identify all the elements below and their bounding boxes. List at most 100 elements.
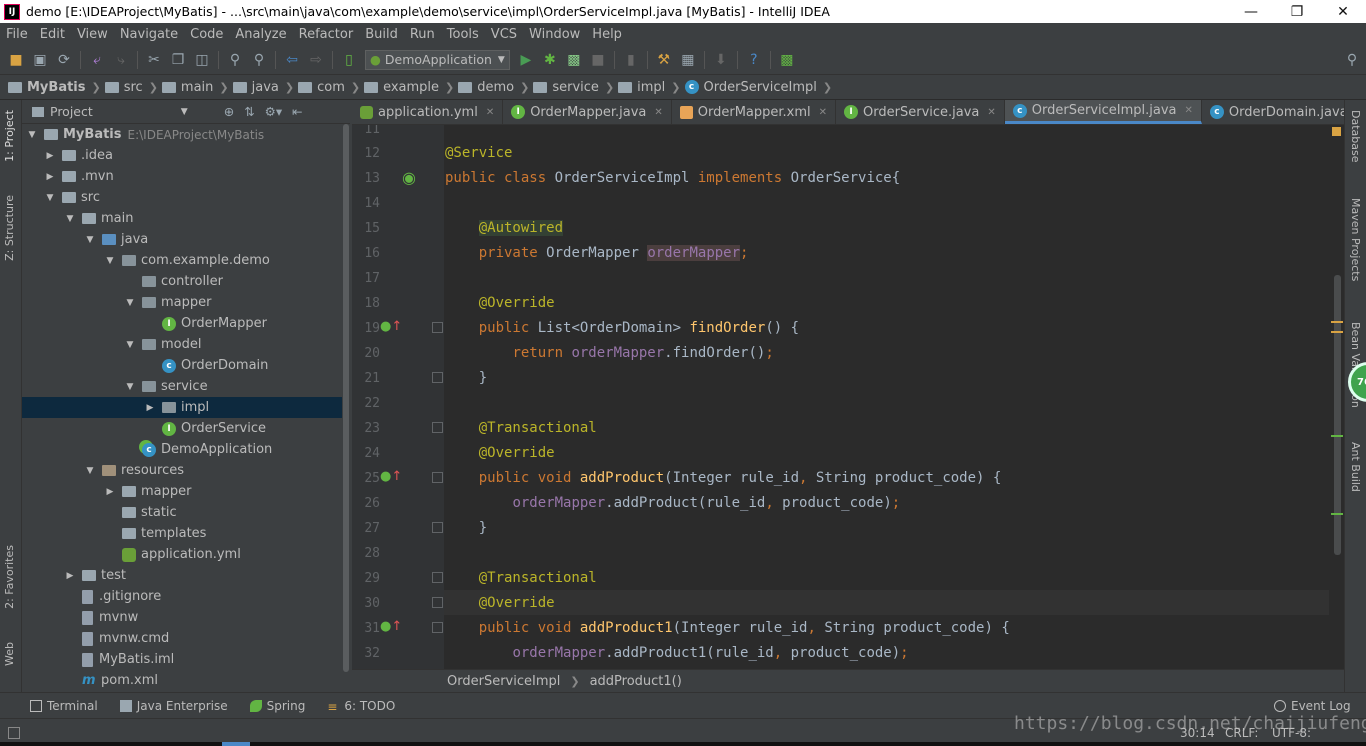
tree-item-orderservice[interactable]: I OrderService xyxy=(22,418,350,439)
tree-item-mybatis-iml[interactable]: MyBatis.iml xyxy=(22,649,350,670)
tab-orderserviceimpl-java[interactable]: c OrderServiceImpl.java ✕ xyxy=(1004,100,1202,124)
tab-spring[interactable]: Spring xyxy=(249,699,305,713)
menu-build[interactable]: Build xyxy=(359,27,404,42)
tab-maven-projects[interactable]: Maven Projects xyxy=(1349,198,1362,281)
replace-icon[interactable]: ⚲ xyxy=(247,48,271,72)
tree-item-resources[interactable]: ▼ resources xyxy=(22,460,350,481)
cut-icon[interactable]: ✂ xyxy=(142,48,166,72)
expanded-arrow-icon[interactable]: ▼ xyxy=(124,298,136,308)
tree-item-pom-xml[interactable]: m pom.xml xyxy=(22,670,350,691)
collapsed-arrow-icon[interactable]: ▶ xyxy=(44,151,56,161)
chevron-down-icon[interactable]: ▼ xyxy=(181,107,188,117)
menu-code[interactable]: Code xyxy=(184,27,229,42)
menu-analyze[interactable]: Analyze xyxy=(229,27,292,42)
breadcrumb-mybatis[interactable]: MyBatis ❯ xyxy=(8,80,101,95)
tab-event-log[interactable]: Event Log xyxy=(1274,699,1351,713)
tree-item-application-yml[interactable]: application.yml xyxy=(22,544,350,565)
expanded-arrow-icon[interactable]: ▼ xyxy=(84,235,96,245)
menu-vcs[interactable]: VCS xyxy=(485,27,523,42)
tree-item-test[interactable]: ▶ test xyxy=(22,565,350,586)
build-icon[interactable]: ▯ xyxy=(337,48,361,72)
synchronize-icon[interactable]: ⟳ xyxy=(52,48,76,72)
tree-item-service[interactable]: ▼ service xyxy=(22,376,350,397)
tab-web[interactable]: Web xyxy=(3,642,16,666)
plugin-icon[interactable]: ▩ xyxy=(775,48,799,72)
warning-status-icon[interactable] xyxy=(1332,127,1341,136)
stop-icon[interactable]: ■ xyxy=(586,48,610,72)
menu-help[interactable]: Help xyxy=(586,27,628,42)
tree-item-java[interactable]: ▼ java xyxy=(22,229,350,250)
back-icon[interactable]: ⇦ xyxy=(280,48,304,72)
menu-run[interactable]: Run xyxy=(404,27,441,42)
tab-java-enterprise[interactable]: Java Enterprise xyxy=(119,699,228,713)
implements-gutter-icon[interactable]: ●↑ xyxy=(380,469,402,484)
breadcrumb-main[interactable]: main ❯ xyxy=(161,80,229,95)
forward-icon[interactable]: ⇨ xyxy=(304,48,328,72)
tool-windows-toggle-icon[interactable] xyxy=(8,726,20,739)
expanded-arrow-icon[interactable]: ▼ xyxy=(104,256,116,266)
project-structure-icon[interactable]: ▦ xyxy=(676,48,700,72)
hide-panel-icon[interactable]: ⇤ xyxy=(292,104,302,119)
copy-icon[interactable]: ❐ xyxy=(166,48,190,72)
tree-item-mvnw-cmd[interactable]: mvnw.cmd xyxy=(22,628,350,649)
breadcrumb-class[interactable]: OrderServiceImpl xyxy=(447,674,560,689)
tab-structure[interactable]: Z: Structure xyxy=(3,195,16,261)
fold-marker-icon[interactable] xyxy=(432,522,443,533)
close-button[interactable]: ✕ xyxy=(1320,4,1366,20)
breadcrumb-impl[interactable]: impl ❯ xyxy=(618,80,681,95)
debug-icon[interactable]: ✱ xyxy=(538,48,562,72)
open-folder-icon[interactable]: ■ xyxy=(4,48,28,72)
attach-icon[interactable]: ▮ xyxy=(619,48,643,72)
help-icon[interactable]: ? xyxy=(742,48,766,72)
minimize-button[interactable]: — xyxy=(1228,4,1274,20)
fold-marker-icon[interactable] xyxy=(432,372,443,383)
save-all-icon[interactable]: ▣ xyxy=(28,48,52,72)
close-tab-icon[interactable]: ✕ xyxy=(819,107,827,118)
close-tab-icon[interactable]: ✕ xyxy=(1185,105,1193,116)
collapsed-arrow-icon[interactable]: ▶ xyxy=(64,571,76,581)
tab-terminal[interactable]: Terminal xyxy=(30,699,98,713)
tree-item-com-example-demo[interactable]: ▼ com.example.demo xyxy=(22,250,350,271)
tree-item-mvnw[interactable]: mvnw xyxy=(22,607,350,628)
tree-item-orderdomain[interactable]: c OrderDomain xyxy=(22,355,350,376)
find-icon[interactable]: ⚲ xyxy=(223,48,247,72)
tab-favorites[interactable]: 2: Favorites xyxy=(3,545,16,609)
tab-todo[interactable]: ≡ 6: TODO xyxy=(327,699,395,714)
menu-navigate[interactable]: Navigate xyxy=(114,27,184,42)
tree-item-gitignore[interactable]: .gitignore xyxy=(22,586,350,607)
close-tab-icon[interactable]: ✕ xyxy=(654,107,662,118)
tree-item-mapper-folder[interactable]: ▶ mapper xyxy=(22,481,350,502)
coverage-icon[interactable]: ▩ xyxy=(562,48,586,72)
tab-orderdomain-java[interactable]: cOrderDomain.java✕ xyxy=(1202,100,1366,124)
tree-item-impl[interactable]: ▶ impl xyxy=(22,397,350,418)
tab-ordermapper-xml[interactable]: OrderMapper.xml ✕ xyxy=(672,100,837,124)
project-panel-title[interactable]: Project xyxy=(50,104,93,119)
collapsed-arrow-icon[interactable]: ▶ xyxy=(104,487,116,497)
menu-tools[interactable]: Tools xyxy=(441,27,485,42)
menu-refactor[interactable]: Refactor xyxy=(293,27,360,42)
tree-item-mvn[interactable]: ▶ .mvn xyxy=(22,166,350,187)
fold-marker-icon[interactable] xyxy=(432,322,443,333)
tab-project[interactable]: 1: Project xyxy=(3,110,16,162)
close-tab-icon[interactable]: ✕ xyxy=(987,107,995,118)
code-editor[interactable]: 11 12 13 14 15 16 17 18 19 20 21 22 23 2… xyxy=(352,125,1344,669)
run-configuration-select[interactable]: ● DemoApplication ▼ xyxy=(365,49,510,70)
fold-marker-icon[interactable] xyxy=(432,422,443,433)
tree-item-mybatis[interactable]: ▼ MyBatis E:\IDEAProject\MyBatis xyxy=(22,124,350,145)
tab-ordermapper-java[interactable]: I OrderMapper.java ✕ xyxy=(503,100,672,124)
breadcrumb-src[interactable]: src ❯ xyxy=(104,80,158,95)
tree-item-demoapplication[interactable]: c DemoApplication xyxy=(22,439,350,460)
expanded-arrow-icon[interactable]: ▼ xyxy=(64,214,76,224)
tab-orderservice-java[interactable]: I OrderService.java ✕ xyxy=(836,100,1005,124)
redo-icon[interactable]: ⤷ xyxy=(109,48,133,72)
taskbar-active-item[interactable] xyxy=(222,742,250,746)
sdk-icon[interactable]: ⬇ xyxy=(709,48,733,72)
run-icon[interactable]: ▶ xyxy=(514,48,538,72)
tree-item-controller[interactable]: controller xyxy=(22,271,350,292)
warning-marker[interactable] xyxy=(1331,321,1343,323)
expanded-arrow-icon[interactable]: ▼ xyxy=(44,193,56,203)
editor-error-stripe[interactable] xyxy=(1329,125,1344,669)
breadcrumb-service[interactable]: service ❯ xyxy=(533,80,614,95)
paste-icon[interactable]: ◫ xyxy=(190,48,214,72)
tree-item-main[interactable]: ▼ main xyxy=(22,208,350,229)
